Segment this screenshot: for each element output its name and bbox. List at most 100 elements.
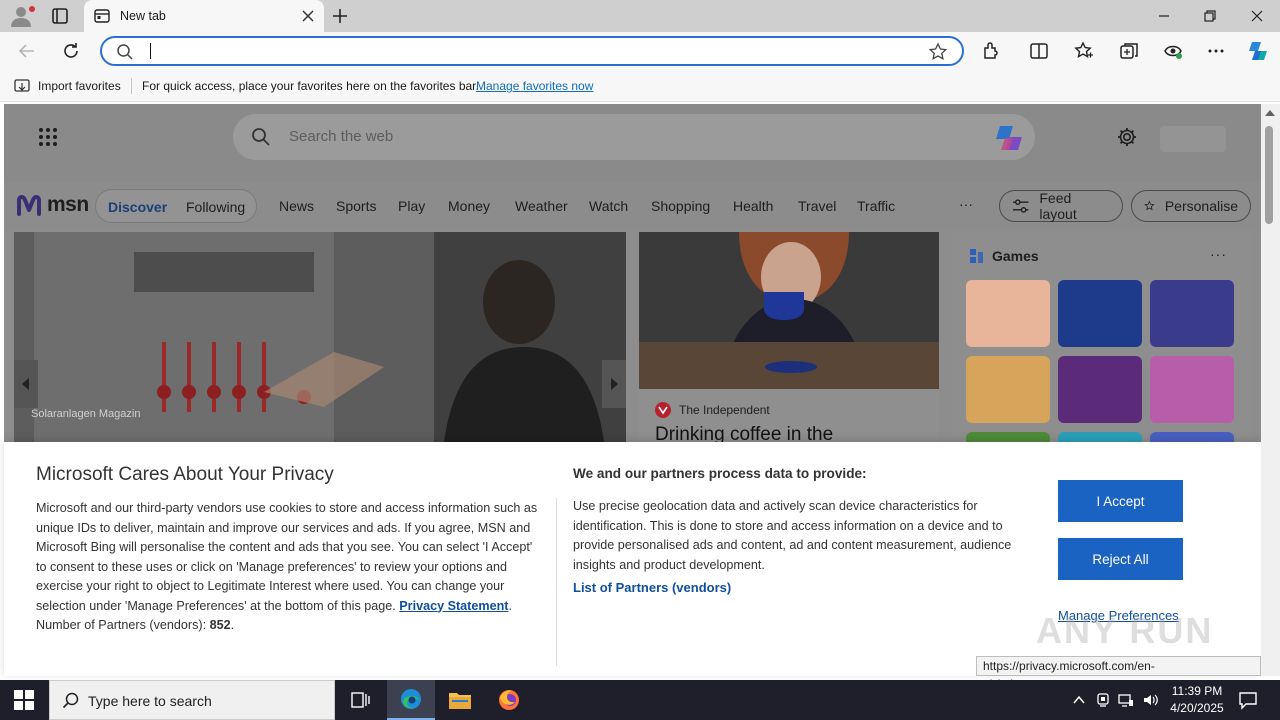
msn-header: Search the web [4, 104, 1261, 182]
game-tile-3[interactable] [1150, 280, 1234, 347]
notifications-icon[interactable] [1238, 690, 1258, 710]
import-favorites-label: Import favorites [38, 79, 121, 93]
firefox-icon[interactable] [485, 680, 533, 720]
taskbar-clock[interactable]: 11:39 PM 4/20/2025 [1162, 683, 1232, 717]
file-explorer-icon[interactable] [436, 680, 484, 720]
tab-discover[interactable]: Discover [108, 199, 167, 215]
nav-news[interactable]: News [279, 198, 314, 214]
nav-travel[interactable]: Travel [798, 198, 836, 214]
accept-button[interactable]: I Accept [1058, 480, 1183, 522]
privacy-title: Microsoft Cares About Your Privacy [36, 464, 334, 485]
nav-play[interactable]: Play [398, 198, 425, 214]
copilot-icon[interactable] [1246, 39, 1268, 61]
nav-health[interactable]: Health [733, 198, 773, 214]
task-view-icon[interactable] [336, 680, 384, 720]
network-icon[interactable] [1118, 692, 1134, 708]
back-icon[interactable] [16, 40, 38, 62]
game-tile-6[interactable] [1150, 356, 1234, 423]
clock-date: 4/20/2025 [1170, 701, 1224, 715]
partners-period: . [230, 618, 235, 632]
scrollbar-thumb[interactable] [1265, 126, 1273, 224]
search-icon [62, 692, 80, 710]
restore-icon[interactable] [1200, 6, 1220, 26]
anyrun-watermark: ANY RUN [1036, 610, 1214, 651]
scroll-up-arrow-icon[interactable] [1265, 110, 1275, 116]
reject-all-button[interactable]: Reject All [1058, 538, 1183, 580]
msn-logo-text: msn [47, 193, 89, 216]
windows-taskbar: Type here to search 11:39 PM 4/20/2025 [0, 680, 1280, 720]
nav-more-button[interactable]: ··· [959, 196, 973, 212]
web-search-box[interactable]: Search the web [233, 114, 1035, 160]
search-icon [251, 127, 271, 147]
news-card-image [639, 232, 939, 389]
carousel-next-button[interactable] [602, 360, 626, 408]
minimize-icon[interactable] [1154, 6, 1174, 26]
personalise-label: Personalise [1164, 198, 1238, 214]
apps-grid-icon[interactable] [38, 127, 58, 147]
personalise-star-icon [1144, 200, 1155, 211]
manage-favorites-link[interactable]: Manage favorites now [476, 79, 593, 93]
game-tile-5[interactable] [1058, 356, 1142, 423]
volume-icon[interactable] [1142, 692, 1158, 708]
address-bar[interactable] [100, 36, 964, 66]
the-independent-logo-icon [655, 402, 671, 418]
tab-actions-icon[interactable] [48, 6, 72, 26]
nav-weather[interactable]: Weather [515, 198, 568, 214]
more-options-icon[interactable] [1205, 40, 1227, 62]
clock-time: 11:39 PM [1171, 684, 1223, 698]
favorites-divider [131, 78, 132, 94]
page-scrollbar[interactable] [1261, 104, 1280, 676]
show-hidden-icons-chevron-icon[interactable] [1071, 692, 1087, 708]
split-screen-icon[interactable] [1028, 40, 1050, 62]
favorites-bar: Import favorites For quick access, place… [0, 70, 1280, 102]
profile-icon[interactable] [8, 4, 36, 28]
edge-taskbar-icon[interactable] [387, 680, 435, 720]
close-window-icon[interactable] [1247, 6, 1267, 26]
extensions-icon[interactable] [980, 40, 1002, 62]
feed-toggle: Discover Following [95, 189, 257, 223]
games-more-button[interactable]: ··· [1210, 246, 1227, 262]
games-title: Games [992, 248, 1039, 264]
refresh-icon[interactable] [60, 40, 82, 62]
nav-traffic[interactable]: Traffic [857, 198, 895, 214]
privacy-consent-banner: Microsoft Cares About Your Privacy Micro… [4, 442, 1261, 691]
feed-layout-button[interactable]: Feed layout [999, 190, 1123, 222]
favorite-star-icon[interactable] [928, 42, 948, 62]
nav-watch[interactable]: Watch [589, 198, 628, 214]
nav-shopping[interactable]: Shopping [651, 198, 710, 214]
games-controller-icon [966, 246, 986, 266]
tab-new-tab[interactable]: New tab [84, 0, 324, 32]
collections-icon[interactable] [1118, 40, 1140, 62]
nav-sports[interactable]: Sports [336, 198, 376, 214]
msn-butterfly-icon [17, 195, 41, 216]
device-meeting-icon[interactable] [1095, 692, 1111, 708]
browser-essentials-icon[interactable] [1162, 40, 1184, 62]
game-tile-4[interactable] [966, 356, 1050, 423]
news-card-source: The Independent [655, 402, 770, 418]
data-processing-body: Use precise geolocation data and activel… [573, 499, 1012, 572]
list-of-partners-link[interactable]: List of Partners (vendors) [573, 580, 731, 595]
personalise-button[interactable]: Personalise [1131, 190, 1251, 222]
search-icon [116, 43, 134, 61]
import-favorites-button[interactable]: Import favorites [14, 78, 121, 94]
close-tab-icon[interactable] [300, 8, 316, 24]
import-favorites-icon [14, 79, 30, 92]
browser-toolbar [0, 32, 1280, 70]
favorites-hint: For quick access, place your favorites h… [142, 79, 479, 93]
privacy-period: . [508, 598, 512, 613]
settings-gear-icon[interactable] [1116, 126, 1138, 148]
tab-following[interactable]: Following [186, 199, 245, 215]
game-tile-2[interactable] [1058, 280, 1142, 347]
nav-money[interactable]: Money [448, 198, 490, 214]
carousel-prev-button[interactable] [14, 360, 38, 408]
privacy-statement-link[interactable]: Privacy Statement [399, 599, 508, 613]
msn-logo[interactable]: msn [16, 192, 89, 218]
sign-in-button[interactable] [1160, 126, 1226, 152]
game-tile-1[interactable] [966, 280, 1050, 347]
new-tab-plus-icon[interactable] [330, 6, 350, 26]
news-card-source-label: The Independent [679, 403, 770, 417]
favorites-icon[interactable] [1073, 40, 1095, 62]
windows-start-icon[interactable] [14, 690, 34, 710]
taskbar-search-box[interactable]: Type here to search [49, 680, 335, 720]
copilot-search-icon[interactable] [992, 121, 1026, 155]
